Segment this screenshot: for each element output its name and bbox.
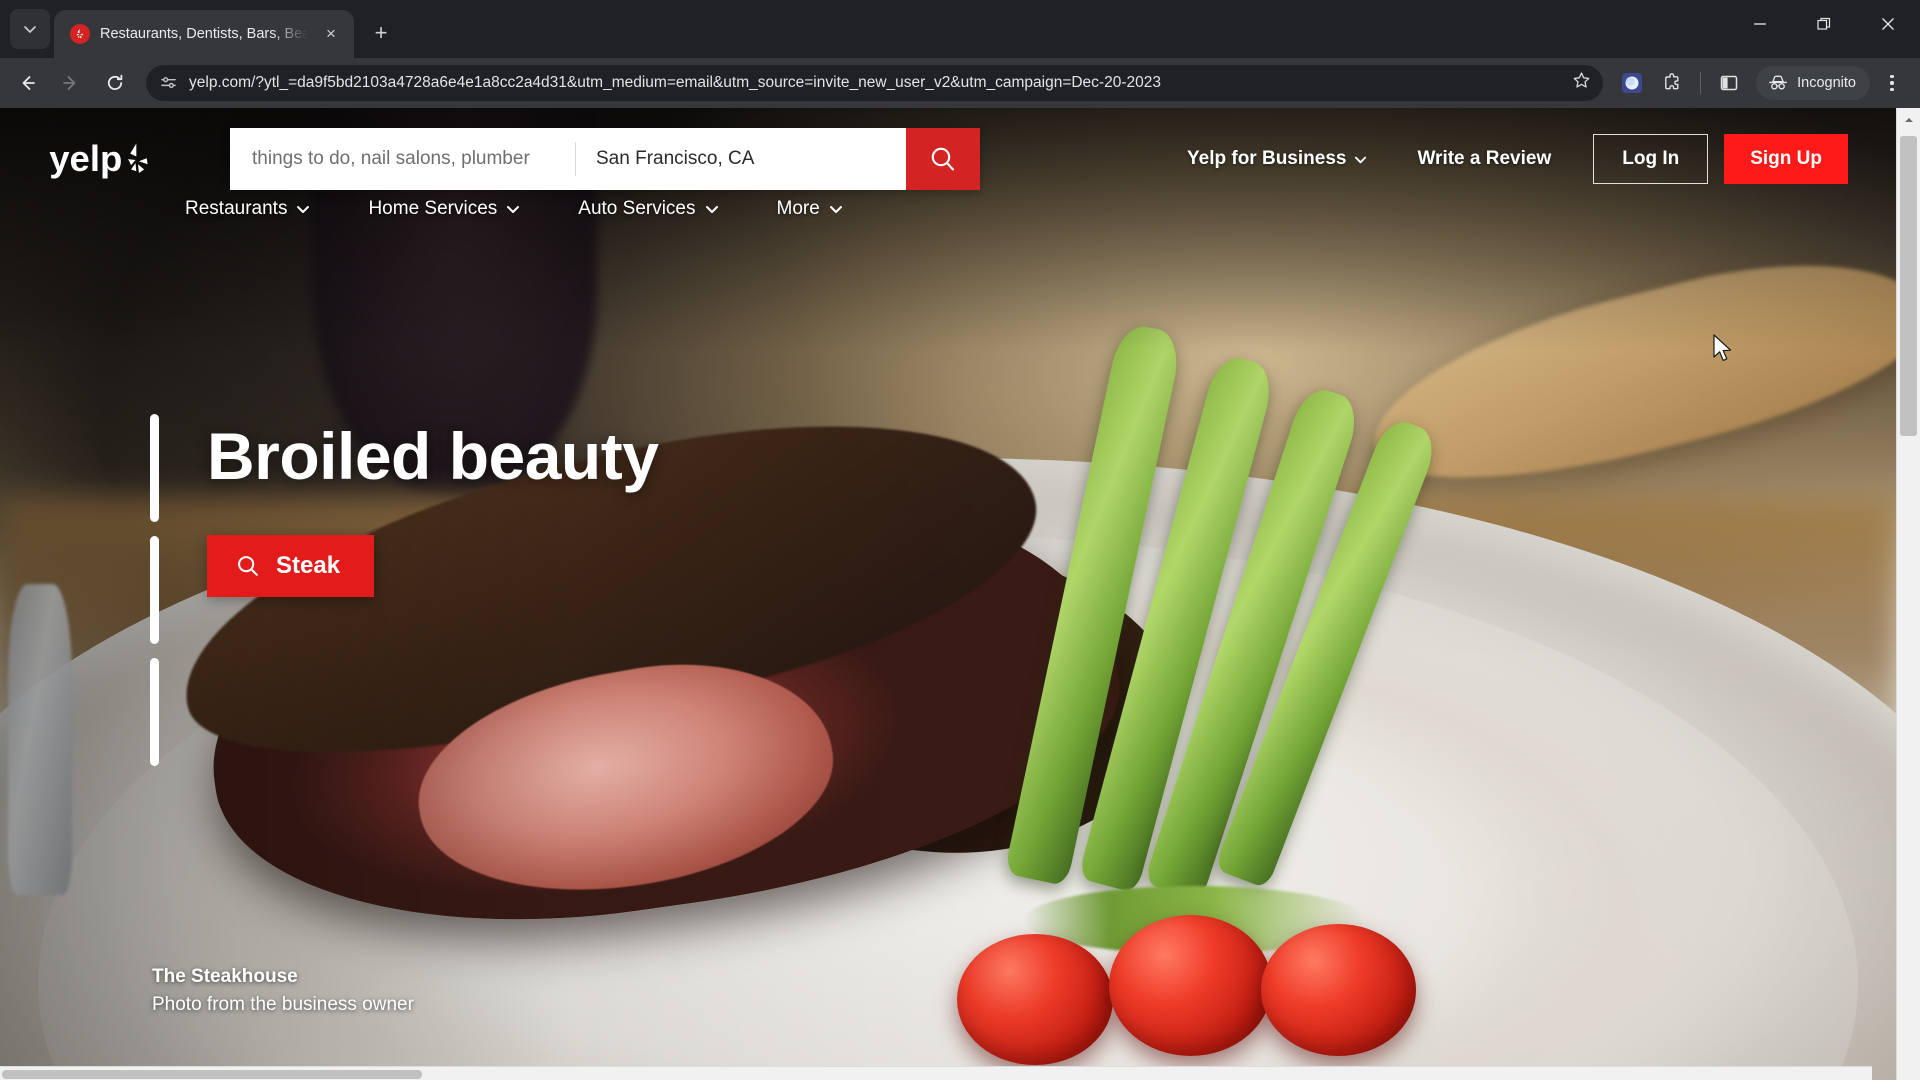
window-restore-button[interactable] xyxy=(1792,0,1856,48)
write-a-review-label: Write a Review xyxy=(1417,148,1552,169)
back-button[interactable] xyxy=(6,62,48,104)
vertical-scrollbar-thumb[interactable] xyxy=(1900,136,1917,436)
vertical-scrollbar[interactable] xyxy=(1896,108,1920,1080)
address-bar[interactable]: yelp.com/?ytl_=da9f5bd2103a4728a6e4e1a8c… xyxy=(146,65,1604,101)
toolbar-divider xyxy=(1700,72,1702,94)
chevron-down-icon xyxy=(297,206,310,213)
side-panel-button[interactable] xyxy=(1710,64,1748,102)
chevron-up-icon xyxy=(1904,118,1913,122)
url-text: yelp.com/?ytl_=da9f5bd2103a4728a6e4e1a8c… xyxy=(189,74,1161,91)
nav-item-auto-services[interactable]: Auto Services xyxy=(578,198,718,220)
close-icon xyxy=(1882,18,1894,30)
nav-label: More xyxy=(776,198,820,219)
search-icon xyxy=(931,147,955,171)
page-viewport: yelp things to do, nail salons, plumber … xyxy=(0,108,1920,1080)
yelp-for-business-link[interactable]: Yelp for Business xyxy=(1173,138,1381,180)
reload-button[interactable] xyxy=(94,62,136,104)
chevron-down-icon xyxy=(1355,156,1367,163)
forward-button[interactable] xyxy=(50,62,92,104)
hero-cta-label: Steak xyxy=(276,552,341,580)
browser-tab[interactable]: Restaurants, Dentists, Bars, Bea × xyxy=(54,10,354,58)
window-close-button[interactable] xyxy=(1856,0,1920,48)
yelp-burst-icon xyxy=(70,24,90,44)
nav-item-more[interactable]: More xyxy=(777,198,843,220)
yelp-burst-glyph xyxy=(76,28,83,39)
scrollbar-up-arrow[interactable] xyxy=(1897,108,1920,132)
tab-close-button[interactable]: × xyxy=(318,21,344,47)
nav-label: Home Services xyxy=(368,198,498,219)
three-dots-icon-dot xyxy=(1890,81,1894,85)
incognito-label: Incognito xyxy=(1797,75,1856,91)
profile-button[interactable] xyxy=(1613,64,1651,102)
yelp-site-header: yelp things to do, nail salons, plumber … xyxy=(0,108,1896,220)
incognito-hat-icon xyxy=(1769,75,1788,90)
yelp-homepage: yelp things to do, nail salons, plumber … xyxy=(0,108,1896,1080)
photo-credit-business-name[interactable]: The Steakhouse xyxy=(152,966,414,988)
search-find-input[interactable] xyxy=(230,128,575,190)
chevron-down-icon xyxy=(24,26,36,33)
tab-search-button[interactable] xyxy=(10,9,50,49)
carousel-indicators xyxy=(150,408,159,766)
yelp-for-business-label: Yelp for Business xyxy=(1187,148,1347,169)
new-tab-button[interactable]: + xyxy=(362,14,400,52)
photo-credit: The Steakhouse Photo from the business o… xyxy=(152,966,414,1016)
chevron-down-icon xyxy=(829,206,842,213)
carousel-indicator-3[interactable] xyxy=(150,658,159,766)
back-arrow-icon xyxy=(22,76,35,90)
minimize-icon xyxy=(1754,23,1766,25)
browser-window: Restaurants, Dentists, Bars, Bea × + yel… xyxy=(0,0,1920,1080)
tab-strip: Restaurants, Dentists, Bars, Bea × + xyxy=(0,0,1920,58)
incognito-indicator[interactable]: Incognito xyxy=(1756,66,1870,100)
chevron-down-icon xyxy=(507,206,520,213)
log-in-button[interactable]: Log In xyxy=(1593,134,1709,184)
restore-icon xyxy=(1817,17,1831,30)
nav-label: Auto Services xyxy=(578,198,696,219)
side-panel-icon xyxy=(1720,75,1738,91)
reload-icon xyxy=(107,74,123,91)
carousel-indicator-2[interactable] xyxy=(150,536,159,644)
tab-title: Restaurants, Dentists, Bars, Bea xyxy=(100,26,308,42)
horizontal-scrollbar[interactable] xyxy=(0,1066,1872,1080)
search-submit-button[interactable] xyxy=(906,128,980,190)
hero-headline: Broiled beauty xyxy=(207,419,659,493)
header-right-group: Yelp for Business Write a Review Log In … xyxy=(1173,134,1848,184)
yelp-logo[interactable]: yelp xyxy=(48,138,196,180)
yelp-search-bar xyxy=(230,128,980,190)
browser-toolbar: yelp.com/?ytl_=da9f5bd2103a4728a6e4e1a8c… xyxy=(0,58,1920,108)
window-minimize-button[interactable] xyxy=(1728,0,1792,48)
horizontal-scrollbar-thumb[interactable] xyxy=(2,1070,422,1079)
window-controls xyxy=(1728,0,1920,48)
svg-text:yelp: yelp xyxy=(49,138,122,179)
sign-up-button[interactable]: Sign Up xyxy=(1724,134,1848,184)
search-location-input[interactable] xyxy=(576,128,906,190)
nav-item-restaurants[interactable]: Restaurants xyxy=(185,198,310,220)
chevron-down-icon xyxy=(705,206,718,213)
hero-content: Broiled beauty Steak xyxy=(0,408,659,766)
extensions-button[interactable] xyxy=(1653,64,1691,102)
chrome-menu-button[interactable] xyxy=(1874,64,1910,102)
search-icon xyxy=(238,556,258,577)
bookmark-star-icon[interactable] xyxy=(1572,71,1591,95)
hero-text-block: Broiled beauty Steak xyxy=(207,408,659,766)
hero-steak-search-button[interactable]: Steak xyxy=(207,535,375,598)
puzzle-piece-icon xyxy=(1665,73,1679,90)
three-dots-icon-dot xyxy=(1890,87,1894,92)
yelp-wordmark-icon: yelp xyxy=(49,138,148,179)
carousel-indicator-1[interactable] xyxy=(150,414,159,522)
three-dots-icon-dot xyxy=(1890,74,1894,79)
nav-item-home-services[interactable]: Home Services xyxy=(368,198,520,220)
write-a-review-link[interactable]: Write a Review xyxy=(1403,138,1565,180)
forward-arrow-icon xyxy=(63,76,76,90)
photo-credit-source: Photo from the business owner xyxy=(152,994,414,1015)
nav-label: Restaurants xyxy=(185,198,288,219)
site-settings-glyph xyxy=(161,76,176,88)
tune-icon[interactable] xyxy=(160,75,177,92)
account-circle-icon xyxy=(1622,73,1643,93)
header-top-row: yelp things to do, nail salons, plumber … xyxy=(0,108,1896,190)
star-glyph xyxy=(1573,72,1590,88)
